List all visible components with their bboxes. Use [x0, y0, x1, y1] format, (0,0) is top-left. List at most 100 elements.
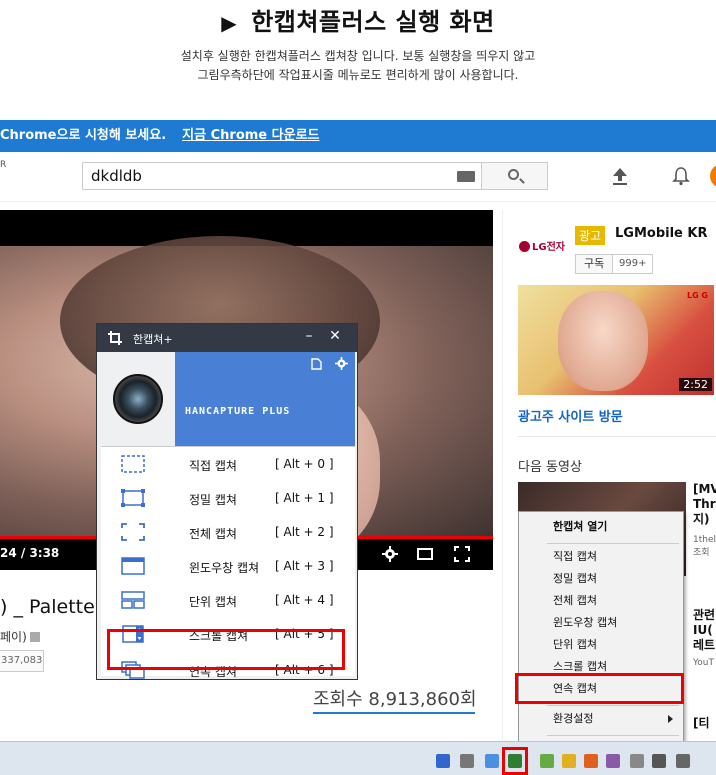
- search-input[interactable]: dkdldb: [82, 162, 482, 190]
- next-video-meta-line: 1thel: [693, 535, 716, 545]
- subscribe-button[interactable]: 구독: [575, 254, 614, 274]
- related-video-line: 관련: [693, 608, 716, 622]
- next-video-title[interactable]: [MV Thre 지): [693, 482, 716, 527]
- chrome-banner: Chrome으로 시청해 보세요. 지금 Chrome 다운로드: [0, 120, 716, 152]
- lg-logo-icon: [519, 241, 530, 252]
- next-video-line: 지): [693, 512, 710, 526]
- menu-item-direct[interactable]: 직접 캡쳐: [519, 546, 683, 568]
- menu-item-settings[interactable]: 환경설정: [519, 708, 683, 730]
- sidebar-divider: [518, 436, 716, 437]
- menu-separator: [547, 735, 679, 736]
- dashed-rect-icon: [121, 455, 145, 473]
- capture-item-label: 윈도우창 캡쳐: [189, 561, 260, 575]
- upload-icon[interactable]: [611, 166, 629, 186]
- capture-item-precision[interactable]: 정밀 캡쳐 [ Alt + 1 ]: [101, 481, 355, 515]
- fullscreen-icon: [121, 523, 145, 541]
- minimize-button[interactable]: –: [299, 328, 319, 346]
- third-video-title[interactable]: [티: [693, 714, 710, 731]
- window-icon: [121, 557, 145, 575]
- flag-tray-icon[interactable]: [630, 754, 644, 768]
- ad-site-link[interactable]: 광고주 사이트 방문: [518, 406, 623, 425]
- camera-lens-icon: [113, 374, 163, 424]
- ad-badge: 광고: [575, 226, 606, 245]
- network-tray-icon[interactable]: [485, 754, 499, 768]
- app-tray-icon[interactable]: [606, 754, 620, 768]
- keyboard-icon[interactable]: [457, 171, 475, 182]
- video-title: ) _ Palette(: [0, 596, 103, 618]
- hancapture-window: 한캡쳐+ – ✕ HANCAPTURE PLUS 직접 캡쳐 [ Alt + 0…: [96, 323, 358, 680]
- monitor-tray-icon[interactable]: [652, 754, 666, 768]
- ad-thumbnail[interactable]: LG G 2:52: [518, 285, 714, 395]
- document-icon[interactable]: [311, 358, 322, 370]
- related-video-title[interactable]: 관련 IU( 레트: [693, 608, 715, 653]
- article-heading: ▶ 한캡쳐플러스 실행 화면: [0, 0, 716, 37]
- hancapture-titlebar[interactable]: 한캡쳐+ – ✕: [97, 324, 357, 352]
- capture-item-label: 전체 캡쳐: [189, 527, 237, 541]
- search-button[interactable]: [482, 162, 548, 190]
- menu-separator: [547, 705, 679, 706]
- menu-item-precision[interactable]: 정밀 캡쳐: [519, 568, 683, 590]
- hancapture-title: 한캡쳐+: [133, 333, 173, 346]
- capture-item-label: 단위 캡쳐: [189, 595, 237, 609]
- app-tray-icon[interactable]: [562, 754, 576, 768]
- capture-item-full[interactable]: 전체 캡쳐 [ Alt + 2 ]: [101, 515, 355, 549]
- camera-box: [101, 352, 175, 446]
- crop-icon: [108, 331, 122, 345]
- bell-icon[interactable]: [672, 166, 690, 186]
- subscriber-count[interactable]: 337,083: [0, 650, 44, 672]
- ad-channel-name[interactable]: LGMobile KR: [615, 226, 707, 241]
- submenu-arrow-icon: [668, 715, 673, 723]
- capture-item-window[interactable]: 윈도우창 캡쳐 [ Alt + 3 ]: [101, 549, 355, 583]
- capture-item-shortcut: [ Alt + 2 ]: [275, 525, 334, 539]
- intro-line-2: 그림우측하단에 작업표시줄 메뉴로도 편리하게 많이 사용합니다.: [197, 68, 519, 82]
- capture-item-label: 정밀 캡쳐: [189, 493, 237, 507]
- unit-icon: [121, 591, 145, 609]
- chrome-download-link[interactable]: 지금 Chrome 다운로드: [182, 128, 319, 143]
- related-video-line: IU(: [693, 623, 713, 637]
- app-tray-icon[interactable]: [584, 754, 598, 768]
- capture-item-label: 직접 캡쳐: [189, 459, 237, 473]
- banner-text: Chrome으로 시청해 보세요.: [0, 128, 167, 143]
- next-video-line: [MV: [693, 482, 716, 496]
- tray-context-menu: 한캡쳐 열기 직접 캡쳐 정밀 캡쳐 전체 캡쳐 윈도우창 캡쳐 단위 캡쳐 스…: [518, 511, 684, 763]
- menu-item-full[interactable]: 전체 캡쳐: [519, 590, 683, 612]
- next-video-meta: 1thel 조회: [693, 534, 716, 560]
- channel-name[interactable]: 페이): [0, 628, 40, 645]
- capture-item-shortcut: [ Alt + 0 ]: [275, 457, 334, 471]
- brand-text: HANCAPTURE PLUS: [185, 406, 291, 417]
- settings-gear-icon[interactable]: [335, 357, 348, 370]
- security-tray-icon[interactable]: [460, 754, 474, 768]
- search-value: dkdldb: [91, 167, 142, 185]
- intro-line-1: 설치후 실행한 한캡쳐플러스 캡쳐창 입니다. 보통 실행창을 띄우지 않고: [180, 49, 536, 63]
- subscribe-count: 999+: [613, 254, 654, 274]
- menu-item-unit[interactable]: 단위 캡쳐: [519, 634, 683, 656]
- volume-tray-icon[interactable]: [676, 754, 690, 768]
- next-video-label: 다음 동영상: [518, 460, 582, 475]
- triangle-marker-icon: ▶: [221, 11, 238, 35]
- related-video-line: 레트: [693, 638, 716, 652]
- article-intro: 설치후 실행한 한캡쳐플러스 캡쳐창 입니다. 보통 실행창을 띄우지 않고 그…: [0, 47, 716, 85]
- precision-rect-icon: [121, 489, 145, 507]
- menu-item-open[interactable]: 한캡쳐 열기: [519, 516, 683, 538]
- avatar[interactable]: [710, 164, 716, 188]
- capture-item-direct[interactable]: 직접 캡쳐 [ Alt + 0 ]: [101, 447, 355, 481]
- theater-mode-icon[interactable]: [417, 546, 433, 562]
- continuous-capture-highlight: [107, 629, 345, 670]
- grid-app-icon[interactable]: [436, 754, 450, 768]
- close-button[interactable]: ✕: [325, 328, 345, 346]
- menu-item-settings-label: 환경설정: [553, 712, 594, 725]
- like-ratio-bar: [313, 712, 475, 714]
- app-tray-icon[interactable]: [540, 754, 554, 768]
- menu-continuous-highlight: [515, 673, 684, 704]
- tray-icon-highlight: [502, 747, 528, 775]
- menu-item-window[interactable]: 윈도우창 캡쳐: [519, 612, 683, 634]
- capture-item-shortcut: [ Alt + 3 ]: [275, 559, 334, 573]
- capture-item-shortcut: [ Alt + 4 ]: [275, 593, 334, 607]
- youtube-header: R dkdldb: [0, 152, 716, 202]
- capture-item-shortcut: [ Alt + 1 ]: [275, 491, 334, 505]
- fullscreen-icon[interactable]: [454, 546, 470, 562]
- menu-separator: [547, 543, 679, 544]
- gear-icon[interactable]: [382, 546, 398, 562]
- lg-logo-text: LG전자: [532, 242, 565, 253]
- capture-item-unit[interactable]: 단위 캡쳐 [ Alt + 4 ]: [101, 583, 355, 617]
